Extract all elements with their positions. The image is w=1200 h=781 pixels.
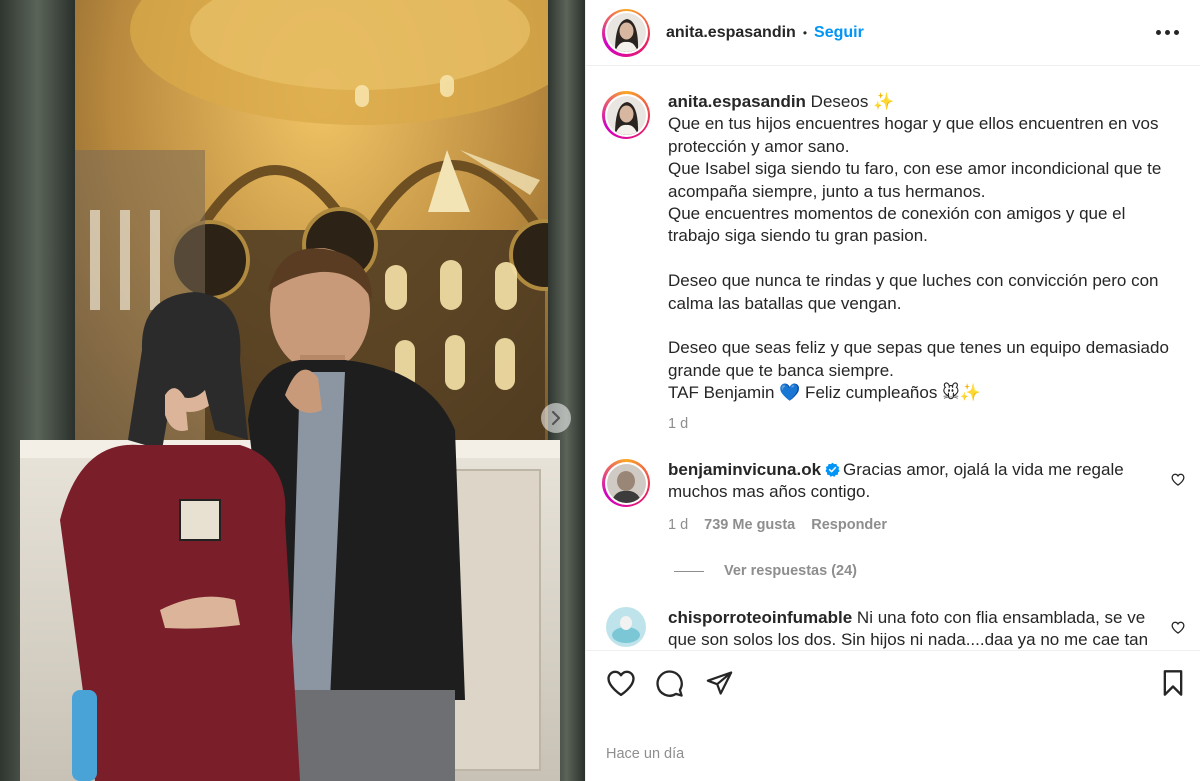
comment-username[interactable]: benjaminvicuna.ok: [668, 460, 821, 479]
comment-item: chisporroteoinfumable Ni una foto con fl…: [602, 607, 1187, 650]
post-timestamp: Hace un día: [606, 746, 685, 762]
caption-line-text: Deseos ✨: [810, 92, 895, 111]
comment-body: chisporroteoinfumable Ni una foto con fl…: [668, 607, 1158, 650]
heart-icon[interactable]: [1171, 621, 1185, 634]
avatar-image: [606, 463, 646, 503]
comment-meta: 1 d 739 Me gusta Responder: [668, 514, 1158, 536]
caption-line: Que encuentres momentos de conexión con …: [668, 204, 1126, 246]
caption-age: 1 d: [668, 415, 689, 432]
comment-icon[interactable]: [655, 669, 684, 698]
more-options-icon[interactable]: [1153, 18, 1181, 46]
comment-item: benjaminvicuna.ok Gracias amor, ojalá la …: [602, 459, 1187, 536]
post-caption: anita.espasandin Deseos ✨ Que en tus hij…: [602, 91, 1187, 435]
header-separator: •: [802, 25, 808, 40]
action-bar: [586, 650, 1200, 720]
comment-avatar[interactable]: [602, 607, 650, 650]
view-replies-label: Ver respuestas (24): [724, 563, 857, 579]
comment-age: 1 d: [668, 516, 689, 533]
caption-line: Deseo que seas feliz y que sepas que ten…: [668, 338, 1169, 380]
avatar-image: [606, 607, 646, 647]
reply-button[interactable]: Responder: [811, 514, 887, 536]
caption-line: Que Isabel siga siendo tu faro, con ese …: [668, 159, 1162, 201]
view-replies-button[interactable]: Ver respuestas (24): [674, 563, 857, 579]
caption-line: Que en tus hijos encuentres hogar y que …: [668, 114, 1159, 156]
bookmark-icon[interactable]: [1160, 669, 1186, 697]
comments-list[interactable]: anita.espasandin Deseos ✨ Que en tus hij…: [586, 67, 1200, 650]
caption-avatar[interactable]: [602, 91, 650, 139]
like-heart-icon[interactable]: [606, 669, 636, 697]
follow-button[interactable]: Seguir: [814, 24, 864, 42]
share-icon[interactable]: [705, 669, 734, 697]
post-image: [0, 0, 585, 781]
caption-line: anita.espasandin Deseos ✨: [668, 91, 1178, 113]
comment-body: benjaminvicuna.ok Gracias amor, ojalá la …: [668, 459, 1158, 536]
post-photo[interactable]: [0, 0, 585, 781]
avatar[interactable]: [602, 8, 650, 57]
verified-badge-icon: [825, 462, 840, 477]
caption-username[interactable]: anita.espasandin: [668, 92, 806, 111]
post-side-panel: anita.espasandin • Seguir anita.espasand…: [585, 0, 1200, 781]
caption-line: TAF Benjamin 💙 Feliz cumpleaños 🐭✨: [668, 383, 981, 403]
caption-line: [668, 248, 1178, 270]
avatar-image: [606, 13, 646, 52]
caption-line: Deseo que nunca te rindas y que luches c…: [668, 271, 1159, 313]
avatar-image: [606, 95, 646, 135]
heart-icon[interactable]: [1171, 473, 1185, 486]
chevron-right-icon: [551, 411, 561, 425]
comment-avatar[interactable]: [602, 459, 650, 507]
comment-username[interactable]: chisporroteoinfumable: [668, 608, 852, 627]
replies-divider: [674, 570, 704, 572]
header-username[interactable]: anita.espasandin: [666, 24, 796, 42]
next-photo-button[interactable]: [541, 403, 571, 433]
comment-likes[interactable]: 739 Me gusta: [704, 514, 795, 536]
post-header: anita.espasandin • Seguir: [586, 0, 1200, 66]
caption-line: [668, 315, 1178, 337]
caption-text: anita.espasandin Deseos ✨ Que en tus hij…: [668, 91, 1178, 435]
